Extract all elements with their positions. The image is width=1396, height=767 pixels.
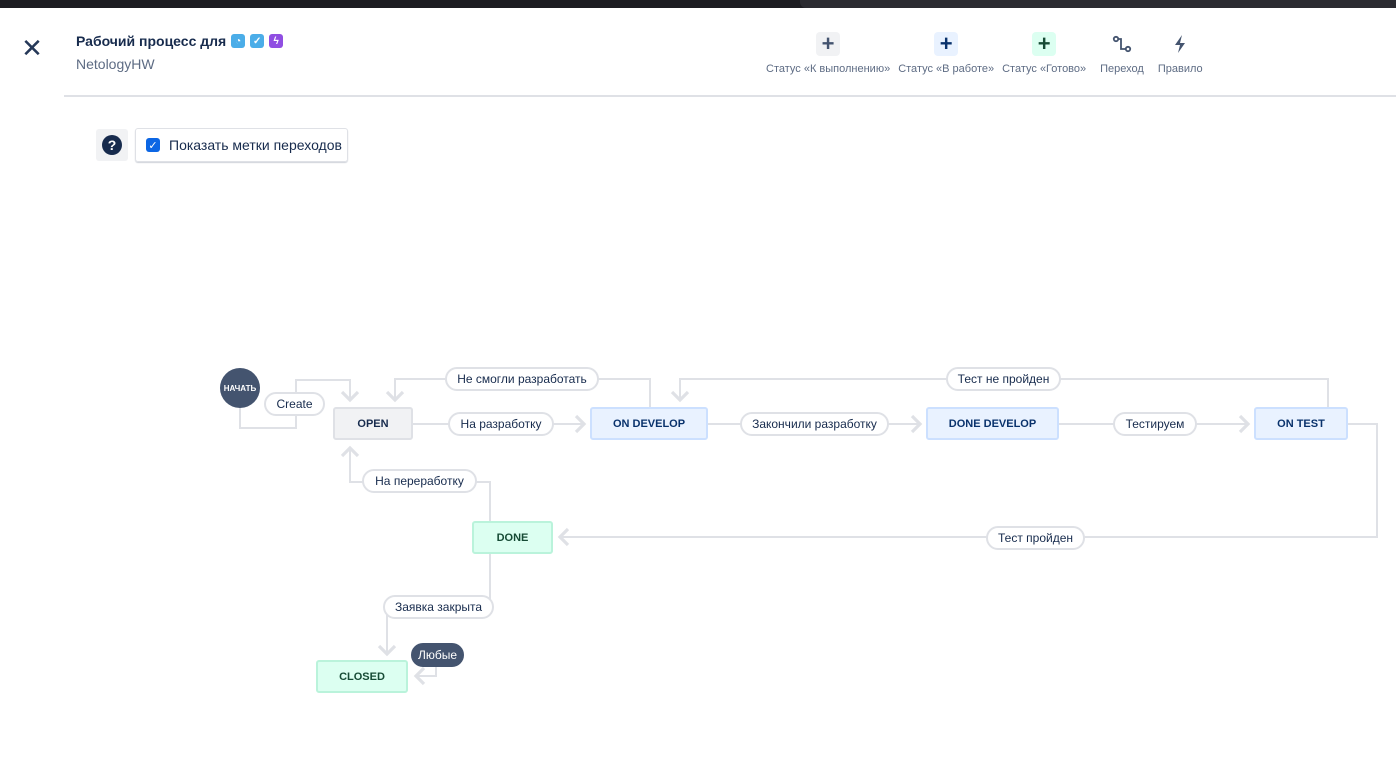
status-on-develop[interactable]: ON DEVELOP (590, 407, 708, 440)
transition-label[interactable]: Не смогли разработать (445, 367, 599, 391)
status-on-test[interactable]: ON TEST (1254, 407, 1348, 440)
transition-label[interactable]: Тест не пройден (946, 367, 1061, 391)
transition-lines (239, 378, 1378, 686)
transition-label-any[interactable]: Любые (411, 643, 464, 667)
transition-label[interactable]: На разработку (448, 412, 554, 436)
transition-label[interactable]: Тест пройден (986, 526, 1085, 550)
status-closed[interactable]: CLOSED (316, 660, 408, 693)
transition-label[interactable]: Заявка закрыта (383, 595, 494, 619)
transition-label[interactable]: Закончили разработку (740, 412, 889, 436)
line-any (413, 666, 437, 686)
status-open[interactable]: OPEN (333, 407, 413, 440)
status-done[interactable]: DONE (472, 521, 553, 554)
status-done-develop[interactable]: DONE DEVELOP (926, 407, 1059, 440)
line-test-passed (557, 423, 1378, 547)
transition-label[interactable]: Create (264, 392, 325, 416)
start-node[interactable]: НАЧАТЬ (220, 368, 260, 408)
transition-label[interactable]: На переработку (362, 469, 477, 493)
transition-label[interactable]: Тестируем (1113, 412, 1197, 436)
